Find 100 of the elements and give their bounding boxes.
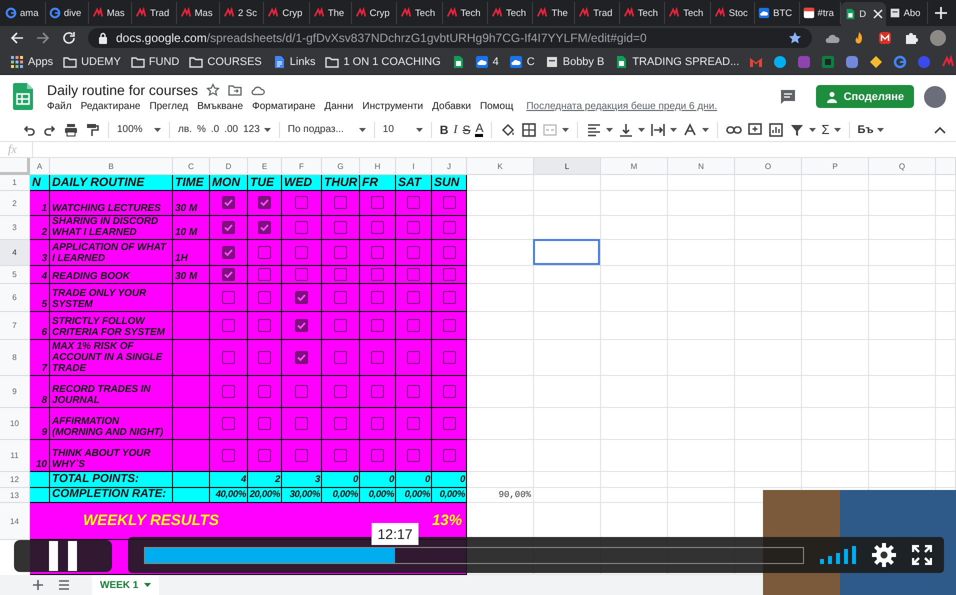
checkbox[interactable] (371, 246, 384, 258)
checkbox[interactable] (222, 246, 235, 258)
strikethrough-button[interactable]: S (461, 120, 472, 140)
forward-icon[interactable] (36, 31, 50, 45)
column-header[interactable]: N (668, 158, 735, 175)
browser-tab[interactable]: Trad (575, 2, 620, 24)
checkbox[interactable] (334, 196, 347, 209)
volume-icon[interactable] (820, 546, 856, 564)
checkbox[interactable] (222, 384, 235, 398)
checkbox[interactable] (295, 384, 308, 398)
checkbox[interactable] (371, 290, 384, 304)
chevron-up-icon[interactable] (934, 126, 946, 134)
checkbox[interactable] (407, 290, 420, 304)
menu-item[interactable]: Добавки (432, 100, 471, 112)
checkbox[interactable] (442, 350, 456, 364)
checkbox[interactable] (222, 220, 235, 234)
row-header[interactable]: 12 (0, 472, 30, 488)
checkbox[interactable] (258, 196, 271, 209)
checkbox[interactable] (407, 318, 420, 332)
font-select[interactable]: По подраз... (286, 120, 367, 140)
checkbox[interactable] (442, 220, 456, 234)
checkbox[interactable] (371, 318, 384, 332)
checkbox[interactable] (371, 268, 384, 280)
bookmark[interactable]: TRADING SPREAD... (612, 55, 742, 69)
menu-item[interactable]: Вмъкване (197, 100, 244, 112)
row-header[interactable]: 13 (0, 488, 30, 503)
browser-tab[interactable]: Tech (397, 2, 443, 24)
checkbox[interactable] (407, 448, 420, 462)
browser-tab[interactable]: Cryp (264, 2, 310, 24)
cloud-icon[interactable] (250, 84, 265, 96)
bold-button[interactable]: B (438, 120, 450, 140)
row-header[interactable]: 9 (0, 376, 30, 408)
checkbox[interactable] (295, 246, 308, 258)
column-header[interactable]: L (534, 158, 601, 175)
browser-tab[interactable]: Tech (488, 2, 534, 24)
row-header[interactable]: 5 (0, 266, 30, 284)
input-tools-button[interactable]: Бъ (856, 120, 886, 140)
document-title[interactable]: Daily routine for courses (47, 82, 198, 98)
star-icon[interactable] (788, 31, 802, 45)
column-header[interactable]: I (396, 158, 432, 175)
column-header[interactable]: K (467, 158, 534, 175)
checkbox[interactable] (258, 246, 271, 258)
sheets-logo-icon[interactable] (13, 83, 33, 110)
avatar-icon[interactable] (930, 30, 946, 46)
text-color-button[interactable]: A (474, 120, 484, 140)
bookmark[interactable]: Links (270, 55, 318, 69)
checkbox[interactable] (258, 350, 271, 364)
checkbox[interactable] (407, 268, 420, 280)
functions-button[interactable]: Σ (820, 120, 842, 140)
row-header[interactable]: 4 (0, 240, 30, 266)
browser-tab[interactable]: Tech (442, 2, 488, 24)
last-edit-link[interactable]: Последната редакция беше преди 6 дни. (526, 100, 718, 112)
bookmark[interactable]: COURSES (187, 55, 264, 69)
bookmark[interactable]: 1 ON 1 COACHING (323, 55, 443, 69)
browser-tab[interactable]: D (841, 2, 886, 26)
column-header[interactable]: A (30, 158, 50, 175)
sheet-tab[interactable]: WEEK 1 (92, 575, 160, 595)
checkbox[interactable] (258, 268, 271, 280)
bookmark[interactable]: Bobby B (542, 55, 606, 69)
bookmark[interactable]: FUND (128, 55, 182, 69)
checkbox[interactable] (371, 220, 384, 234)
browser-tab[interactable]: Mas (176, 2, 220, 24)
checkbox[interactable] (334, 246, 347, 258)
menu-item[interactable]: Форматиране (252, 100, 316, 112)
checkbox[interactable] (295, 350, 308, 364)
corner-cell[interactable] (0, 158, 30, 175)
puzzle-icon[interactable] (904, 31, 918, 45)
browser-tab[interactable]: Tech (620, 2, 666, 24)
close-icon[interactable] (872, 9, 883, 19)
decrease-decimals-button[interactable]: .0 (210, 120, 220, 140)
checkbox[interactable] (258, 220, 271, 234)
checkbox[interactable] (334, 384, 347, 398)
checkbox[interactable] (295, 196, 308, 209)
checkbox[interactable] (222, 416, 235, 430)
checkbox[interactable] (222, 268, 235, 280)
checkbox[interactable] (222, 318, 235, 332)
address-field[interactable]: docs.google.com/spreadsheets/d/1-gfDvXsv837NDchrzG1gvbtURHg9h7CG-If4I7YYLFM/edit#gid=0 (88, 28, 812, 48)
checkbox[interactable] (442, 196, 456, 209)
column-header[interactable]: Q (869, 158, 936, 175)
column-header[interactable]: C (173, 158, 210, 175)
bookmark[interactable]: UDEMY (61, 55, 123, 69)
column-header[interactable]: E (248, 158, 282, 175)
checkbox[interactable] (371, 416, 384, 430)
reload-icon[interactable] (62, 31, 76, 45)
folder-icon[interactable] (228, 82, 242, 96)
currency-button[interactable]: лв. (177, 120, 193, 140)
checkbox[interactable] (442, 416, 456, 430)
checkbox[interactable] (222, 350, 235, 364)
checkbox[interactable] (371, 350, 384, 364)
checkbox[interactable] (222, 448, 235, 462)
checkbox[interactable] (258, 384, 271, 398)
checkbox[interactable] (442, 448, 456, 462)
checkbox[interactable] (258, 448, 271, 462)
row-header[interactable]: 14 (0, 503, 30, 540)
checkbox[interactable] (334, 448, 347, 462)
checkbox[interactable] (222, 290, 235, 304)
column-header[interactable]: P (802, 158, 869, 175)
browser-tab[interactable]: Trad (132, 2, 177, 24)
avatar-icon[interactable] (924, 86, 946, 108)
menu-item[interactable]: Данни (324, 100, 354, 112)
